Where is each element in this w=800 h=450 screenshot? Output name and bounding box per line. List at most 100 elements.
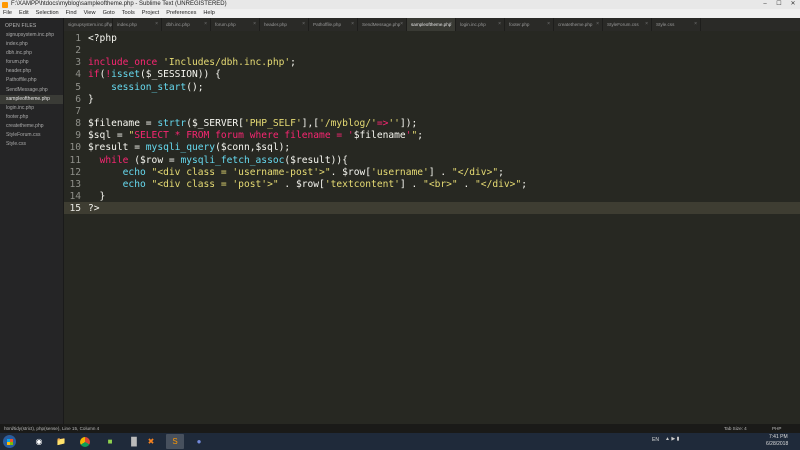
xampp-icon[interactable]: ✖ xyxy=(142,434,160,449)
code-line[interactable]: <?php xyxy=(88,33,117,44)
language-indicator[interactable]: EN xyxy=(652,437,659,443)
tab-bar: signupsystem.inc.php × index.php × dbh.inc.p… xyxy=(64,18,800,31)
code-line[interactable]: $result = mysqli_query($conn,$sql); xyxy=(88,142,290,153)
code-line[interactable]: } xyxy=(88,191,106,202)
close-button[interactable]: ✕ xyxy=(786,0,800,9)
file-tab[interactable]: login.inc.php × xyxy=(456,18,505,31)
line-number: 6 xyxy=(75,93,81,105)
tab-close-icon[interactable]: × xyxy=(449,18,452,31)
minimap[interactable] xyxy=(752,34,796,48)
app-icon[interactable]: ■ xyxy=(101,434,119,449)
tray-icons[interactable]: ▲ ▶ ▮ xyxy=(665,436,679,442)
clock-time[interactable]: 7:41 PM xyxy=(769,434,788,440)
maximize-button[interactable]: ☐ xyxy=(772,0,786,9)
tab-label: dbh.inc.php xyxy=(166,22,190,27)
chrome-icon[interactable] xyxy=(76,434,94,449)
tab-label: forum.php xyxy=(215,22,236,27)
code-editor[interactable]: 1 2 3 4 5 6 7 8 9 10 11 12 13 14 15 <?php include_once … xyxy=(64,31,800,431)
code-line[interactable]: session_start(); xyxy=(88,82,203,93)
menu-goto[interactable]: Goto xyxy=(103,9,115,18)
menu-help[interactable]: Help xyxy=(203,9,215,18)
sidebar-file-item[interactable]: login.inc.php xyxy=(0,104,63,113)
sidebar-file-item[interactable]: dbh.inc.php xyxy=(0,49,63,58)
sidebar: OPEN FILES signupsystem.inc.php index.php… xyxy=(0,18,64,432)
sidebar-file-item[interactable]: header.php xyxy=(0,67,63,76)
steam-icon[interactable]: ◉ xyxy=(30,434,48,449)
sidebar-file-item[interactable]: Style.css xyxy=(0,140,63,149)
sidebar-file-item[interactable]: createtheme.php xyxy=(0,122,63,131)
sublime-text-icon[interactable]: S xyxy=(166,434,184,449)
windows-logo-icon xyxy=(6,438,13,445)
tab-close-icon[interactable]: × xyxy=(694,18,697,31)
tab-label: StyleForum.css xyxy=(607,22,639,27)
file-tab[interactable]: Style.css × xyxy=(652,18,701,31)
sidebar-file-item[interactable]: index.php xyxy=(0,40,63,49)
code-line[interactable]: while ($row = mysqli_fetch_assoc($result… xyxy=(88,155,348,166)
sidebar-file-item[interactable]: SendMessage.php xyxy=(0,86,63,95)
sidebar-file-item[interactable]: signupsystem.inc.php xyxy=(0,31,63,40)
tab-close-icon[interactable]: × xyxy=(106,18,109,31)
tab-close-icon[interactable]: × xyxy=(204,18,207,31)
file-tab[interactable]: dbh.inc.php × xyxy=(162,18,211,31)
tab-label: index.php xyxy=(117,22,137,27)
tab-close-icon[interactable]: × xyxy=(155,18,158,31)
file-explorer-icon[interactable]: 📁 xyxy=(52,434,70,449)
code-line[interactable]: $filename = strtr($_SERVER['PHP_SELF'],[… xyxy=(88,118,417,129)
menu-tools[interactable]: Tools xyxy=(122,9,135,18)
code-line[interactable]: echo "<div class = 'username-post'>". $r… xyxy=(88,167,504,178)
file-tab[interactable]: StyleForum.css × xyxy=(603,18,652,31)
menu-find[interactable]: Find xyxy=(66,9,77,18)
tab-close-icon[interactable]: × xyxy=(351,18,354,31)
tab-label: footer.php xyxy=(509,22,530,27)
file-tab[interactable]: Pathoffile.php × xyxy=(309,18,358,31)
code-line[interactable]: } xyxy=(88,94,94,105)
file-tab[interactable]: header.php × xyxy=(260,18,309,31)
menu-view[interactable]: View xyxy=(84,9,96,18)
syntax-indicator[interactable]: PHP xyxy=(772,424,781,433)
discord-icon[interactable]: ● xyxy=(190,434,208,449)
minimize-button[interactable]: – xyxy=(758,0,772,9)
sidebar-file-item[interactable]: StyleForum.css xyxy=(0,131,63,140)
tab-close-icon[interactable]: × xyxy=(400,18,403,31)
file-tab[interactable]: footer.php × xyxy=(505,18,554,31)
tab-close-icon[interactable]: × xyxy=(547,18,550,31)
clock-date[interactable]: 6/28/2018 xyxy=(766,441,788,447)
menu-preferences[interactable]: Preferences xyxy=(166,9,196,18)
tab-close-icon[interactable]: × xyxy=(253,18,256,31)
menu-project[interactable]: Project xyxy=(142,9,159,18)
tab-close-icon[interactable]: × xyxy=(302,18,305,31)
line-number: 2 xyxy=(75,45,81,57)
sidebar-file-item[interactable]: footer.php xyxy=(0,113,63,122)
file-tab[interactable]: index.php × xyxy=(113,18,162,31)
menu-selection[interactable]: Selection xyxy=(36,9,59,18)
file-tab[interactable]: createtheme.php × xyxy=(554,18,603,31)
sidebar-file-item[interactable]: sampleoftheme.php xyxy=(0,94,63,104)
code-line[interactable]: ?> xyxy=(88,203,100,214)
code-line[interactable]: include_once 'Includes/dbh.inc.php'; xyxy=(88,57,296,68)
sidebar-file-item[interactable]: forum.php xyxy=(0,58,63,67)
menu-edit[interactable]: Edit xyxy=(19,9,29,18)
status-text: html/tidy(strict), php(sense), Line 15, … xyxy=(4,426,100,431)
tab-size-indicator[interactable]: Tab Size: 4 xyxy=(724,424,747,433)
file-tab[interactable]: forum.php × xyxy=(211,18,260,31)
menu-file[interactable]: File xyxy=(3,9,12,18)
line-number: 14 xyxy=(69,190,81,202)
code-line[interactable]: echo "<div class = 'post'>" . $row['text… xyxy=(88,179,527,190)
file-tab[interactable]: signupsystem.inc.php × xyxy=(64,18,113,31)
file-tab[interactable]: sampleoftheme.php × xyxy=(407,18,456,31)
tab-close-icon[interactable]: × xyxy=(645,18,648,31)
open-files-list: signupsystem.inc.php index.php dbh.inc.php… xyxy=(0,31,63,149)
terminal-icon[interactable]: █ xyxy=(125,434,143,449)
line-number: 7 xyxy=(75,105,81,117)
tab-close-icon[interactable]: × xyxy=(596,18,599,31)
sidebar-file-item[interactable]: Pathoffile.php xyxy=(0,76,63,85)
title-bar: F:\XAMPP\htdocs\myblog\sampleoftheme.php… xyxy=(0,0,800,9)
file-tab[interactable]: SendMessage.php × xyxy=(358,18,407,31)
tab-close-icon[interactable]: × xyxy=(498,18,501,31)
code-line[interactable]: $sql = "SELECT * FROM forum where filena… xyxy=(88,130,423,141)
line-number: 8 xyxy=(75,118,81,130)
tab-label: Style.css xyxy=(656,22,675,27)
start-button[interactable] xyxy=(3,435,16,448)
line-number: 12 xyxy=(69,166,81,178)
code-line[interactable]: if(!isset($_SESSION)) { xyxy=(88,69,221,80)
